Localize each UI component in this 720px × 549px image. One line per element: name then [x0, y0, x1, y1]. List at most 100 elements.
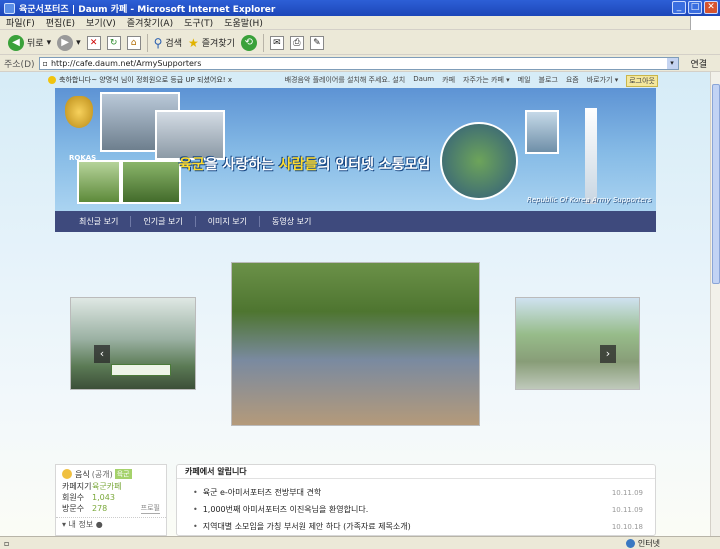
gallery-photo-main[interactable] — [231, 262, 480, 426]
vertical-scrollbar[interactable] — [710, 72, 720, 536]
util-link-frequent-cafe[interactable]: 자주가는 카페 ▾ — [463, 75, 510, 87]
info-value[interactable]: 육군카페 — [92, 481, 121, 492]
cafe-nav: 최신글 보기 인기글 보기 이미지 보기 동영상 보기 — [55, 211, 656, 232]
forward-arrow-icon: ▶ — [57, 34, 74, 51]
home-icon[interactable]: ⌂ — [126, 35, 141, 50]
maximize-button[interactable]: □ — [688, 1, 702, 14]
cafe-info-box: 음식 (공개) 육군 카페지기 육군카페 회원수 1,043 방문수 278 프… — [55, 464, 167, 536]
mail-icon[interactable]: ✉ — [269, 35, 284, 50]
scrollbar-thumb[interactable] — [712, 84, 720, 284]
address-url: http://cafe.daum.net/ArmySupporters — [50, 59, 202, 68]
title-bar: 육군서포터즈 | Daum 카페 - Microsoft Internet Ex… — [0, 0, 720, 16]
cafe-category-row: 음식 (공개) 육군 — [56, 467, 166, 481]
back-label: 뒤로 — [27, 39, 44, 49]
util-link-yozm[interactable]: 요즘 — [566, 75, 579, 87]
zone-label: 인터넷 — [637, 539, 660, 548]
banner-photo — [121, 160, 181, 204]
notice-title[interactable]: 1,000번째 아미서포터즈 이진옥님을 환영합니다. — [193, 504, 369, 515]
menu-tools[interactable]: 도구(T) — [184, 16, 213, 29]
slogan-mid: 을 사랑하는 — [204, 157, 279, 173]
search-button[interactable]: ⚲ 검색 — [154, 36, 182, 50]
globe-icon — [625, 539, 635, 548]
banner-group-photo — [440, 122, 518, 200]
notice-title[interactable]: 지역대별 소모임을 가칭 부서원 제안 하다 (가족자료 제목소개) — [193, 521, 411, 532]
gallery-prev-button[interactable]: ‹ — [94, 345, 110, 363]
chevron-down-icon: ▾ — [46, 37, 52, 48]
util-link-cafe[interactable]: 카페 — [442, 75, 455, 87]
util-link-bgm[interactable]: 배경음악 플레이어를 설치해 주세요. 설치 — [285, 75, 406, 87]
close-button[interactable]: ✕ — [704, 1, 718, 14]
menu-file[interactable]: 파일(F) — [6, 16, 35, 29]
back-button[interactable]: ◀ 뒤로 ▾ — [8, 34, 52, 51]
alert-icon — [48, 76, 56, 84]
util-link-blog[interactable]: 블로그 — [539, 75, 558, 87]
slogan-army: 육군 — [179, 157, 205, 173]
info-value: 1,043 — [92, 493, 115, 502]
notice-date: 10.11.09 — [611, 488, 643, 497]
profile-link[interactable]: 프로필 — [140, 503, 160, 514]
back-arrow-icon: ◀ — [8, 34, 24, 51]
army-emblem-icon — [65, 96, 93, 128]
menu-edit[interactable]: 편집(E) — [46, 16, 75, 29]
cafe-notices-panel: 카페에서 알립니다 육군 e-아미서포터즈 전방부대 견학 10.11.09 1… — [176, 464, 656, 536]
gallery-next-button[interactable]: › — [600, 345, 616, 363]
go-button[interactable]: 연결 — [691, 57, 708, 70]
gallery-photo-right[interactable] — [515, 297, 640, 390]
address-dropdown-icon[interactable]: ▾ — [666, 58, 678, 69]
status-bar: ▫ 인터넷 — [0, 536, 720, 549]
menu-bar: 파일(F) 편집(E) 보기(V) 즐겨찾기(A) 도구(T) 도움말(H) — [0, 16, 720, 30]
banner-roka-label: ROKAS — [69, 154, 97, 162]
logout-button[interactable]: 로그아웃 — [626, 75, 658, 87]
info-key: 카페지기 — [62, 482, 92, 491]
page-icon: ▫ — [42, 59, 48, 68]
minimize-button[interactable]: _ — [672, 1, 686, 14]
banner-english-title: Republic Of Korea Army Supporters — [527, 196, 652, 204]
toolbar-separator — [146, 33, 148, 52]
toolbar: ◀ 뒤로 ▾ ▶ ▾ ✕ ↻ ⌂ ⚲ 검색 ★ 즐겨찾기 ⟲ ✉ ⎙ ✎ — [0, 31, 720, 55]
gallery-photo-left[interactable] — [70, 297, 196, 390]
util-link-daum[interactable]: Daum — [413, 75, 434, 87]
print-icon[interactable]: ⎙ — [289, 35, 304, 50]
status-page-icon: ▫ — [4, 538, 10, 548]
history-icon[interactable]: ⟲ — [240, 34, 257, 51]
banner-photo — [77, 160, 121, 204]
notice-item[interactable]: 육군 e-아미서포터즈 전방부대 견학 10.11.09 — [193, 484, 643, 501]
banner-photo — [525, 110, 559, 154]
notice-item[interactable]: 지역대별 소모임을 가칭 부서원 제안 하다 (가족자료 제목소개) 10.10… — [193, 518, 643, 535]
info-key: 방문수 — [62, 504, 85, 513]
my-info-toggle[interactable]: ▾ 내 정보 ● — [56, 517, 166, 529]
favorites-button[interactable]: ★ 즐겨찾기 — [188, 36, 235, 50]
menu-favorites[interactable]: 즐겨찾기(A) — [127, 16, 173, 29]
category-icon — [62, 469, 72, 479]
menu-view[interactable]: 보기(V) — [86, 16, 116, 29]
security-zone: 인터넷 — [625, 538, 660, 549]
cafe-info-row: 회원수 1,043 — [56, 492, 166, 503]
forward-button[interactable]: ▶ ▾ — [57, 34, 81, 51]
banner-photo — [155, 110, 225, 160]
address-input[interactable]: ▫ http://cafe.daum.net/ArmySupporters ▾ — [38, 57, 679, 70]
nav-latest[interactable]: 최신글 보기 — [67, 216, 132, 227]
star-icon: ★ — [187, 35, 199, 50]
stop-icon[interactable]: ✕ — [86, 35, 101, 50]
utility-links: 배경음악 플레이어를 설치해 주세요. 설치 Daum 카페 자주가는 카페 ▾… — [285, 75, 658, 87]
chevron-down-icon: ▾ — [76, 37, 81, 48]
refresh-icon[interactable]: ↻ — [106, 35, 121, 50]
notice-title[interactable]: 육군 e-아미서포터즈 전방부대 견학 — [193, 487, 321, 498]
edit-icon[interactable]: ✎ — [309, 35, 324, 50]
menu-help[interactable]: 도움말(H) — [224, 16, 263, 29]
notification-text[interactable]: 축하합니다~ 양명석 님이 정회원으로 등급 UP 되셨어요! x — [59, 75, 232, 85]
cafe-tag[interactable]: 육군 — [114, 469, 132, 479]
slogan-people: 사람들 — [278, 157, 318, 173]
notice-item[interactable]: 1,000번째 아미서포터즈 이진옥님을 환영합니다. 10.11.09 — [193, 501, 643, 518]
window-title: 육군서포터즈 | Daum 카페 - Microsoft Internet Ex… — [19, 4, 276, 15]
address-label: 주소(D) — [4, 60, 35, 70]
util-link-shortcut[interactable]: 바로가기 ▾ — [587, 75, 619, 87]
nav-popular[interactable]: 인기글 보기 — [131, 216, 196, 227]
nav-videos[interactable]: 동영상 보기 — [260, 216, 323, 227]
search-icon: ⚲ — [153, 35, 163, 50]
info-key: 회원수 — [62, 493, 85, 502]
monument-image — [585, 108, 597, 204]
util-link-mail[interactable]: 메일 — [518, 75, 531, 87]
nav-images[interactable]: 이미지 보기 — [196, 216, 261, 227]
page-viewport: 축하합니다~ 양명석 님이 정회원으로 등급 UP 되셨어요! x 배경음악 플… — [0, 72, 710, 536]
